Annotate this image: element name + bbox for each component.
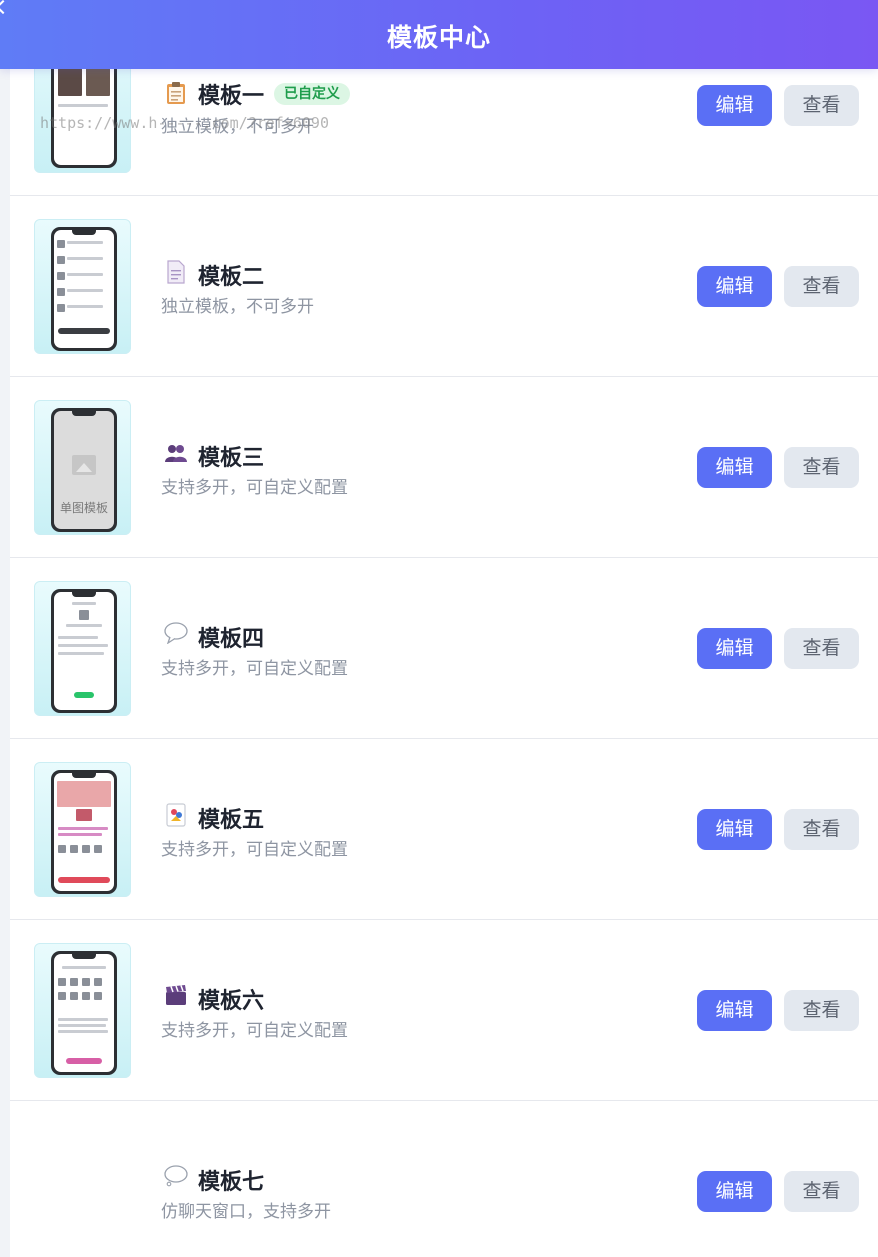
edit-button[interactable]: 编辑	[697, 809, 772, 850]
joker-card-icon	[164, 803, 188, 827]
edit-button[interactable]: 编辑	[697, 1171, 772, 1212]
thumbnail-label: 单图模板	[59, 501, 108, 515]
template-description: 支持多开，可自定义配置	[161, 478, 348, 498]
clapper-board-icon	[164, 984, 188, 1008]
template-row: 模板五 支持多开，可自定义配置 编辑 查看	[10, 739, 878, 920]
template-thumbnail[interactable]: 单图模板	[34, 400, 131, 535]
view-button[interactable]: 查看	[784, 809, 859, 850]
view-button[interactable]: 查看	[784, 990, 859, 1031]
view-button[interactable]: 查看	[784, 85, 859, 126]
template-title: 模板一	[198, 84, 265, 109]
clipboard-icon	[164, 81, 188, 105]
template-description: 支持多开，可自定义配置	[161, 840, 348, 860]
template-description: 支持多开，可自定义配置	[161, 1021, 348, 1041]
watermark: https://www.h-----.com/?ref=6090	[40, 114, 329, 132]
header-bar: 模板中心	[0, 0, 878, 69]
document-icon	[164, 260, 188, 284]
template-title: 模板四	[198, 627, 265, 652]
template-description: 独立模板，不可多开	[161, 297, 314, 317]
view-button[interactable]: 查看	[784, 447, 859, 488]
view-button[interactable]: 查看	[784, 628, 859, 669]
view-button[interactable]: 查看	[784, 1171, 859, 1212]
template-thumbnail[interactable]	[34, 219, 131, 354]
template-description: 仿聊天窗口，支持多开	[161, 1202, 331, 1222]
template-title: 模板七	[198, 1170, 265, 1195]
status-badge: 已自定义	[274, 83, 350, 105]
page-title: 模板中心	[386, 23, 491, 52]
template-title: 模板二	[198, 265, 265, 290]
template-row: 模板六 支持多开，可自定义配置 编辑 查看	[10, 920, 878, 1101]
template-row: 单图模板 模板三 支持多开，可自定义配置 编辑 查看	[10, 377, 878, 558]
edit-button[interactable]: 编辑	[697, 85, 772, 126]
edit-button[interactable]: 编辑	[697, 266, 772, 307]
thought-bubble-icon	[164, 1165, 188, 1189]
template-title: 模板五	[198, 808, 265, 833]
template-thumbnail[interactable]	[34, 762, 131, 897]
users-icon	[164, 443, 188, 467]
template-thumbnail[interactable]	[34, 581, 131, 716]
template-row: 模板四 支持多开，可自定义配置 编辑 查看	[10, 558, 878, 739]
template-thumbnail[interactable]	[34, 943, 131, 1078]
image-placeholder-icon	[72, 455, 96, 475]
speech-bubble-icon	[164, 622, 188, 646]
edit-button[interactable]: 编辑	[697, 447, 772, 488]
template-title: 模板三	[198, 446, 265, 471]
back-icon[interactable]	[0, 0, 11, 15]
view-button[interactable]: 查看	[784, 266, 859, 307]
template-row: 模板七 仿聊天窗口，支持多开 编辑 查看	[10, 1101, 878, 1257]
template-description: 支持多开，可自定义配置	[161, 659, 348, 679]
template-row: 模板二 独立模板，不可多开 编辑 查看	[10, 196, 878, 377]
edit-button[interactable]: 编辑	[697, 628, 772, 669]
edit-button[interactable]: 编辑	[697, 990, 772, 1031]
template-title: 模板六	[198, 989, 265, 1014]
